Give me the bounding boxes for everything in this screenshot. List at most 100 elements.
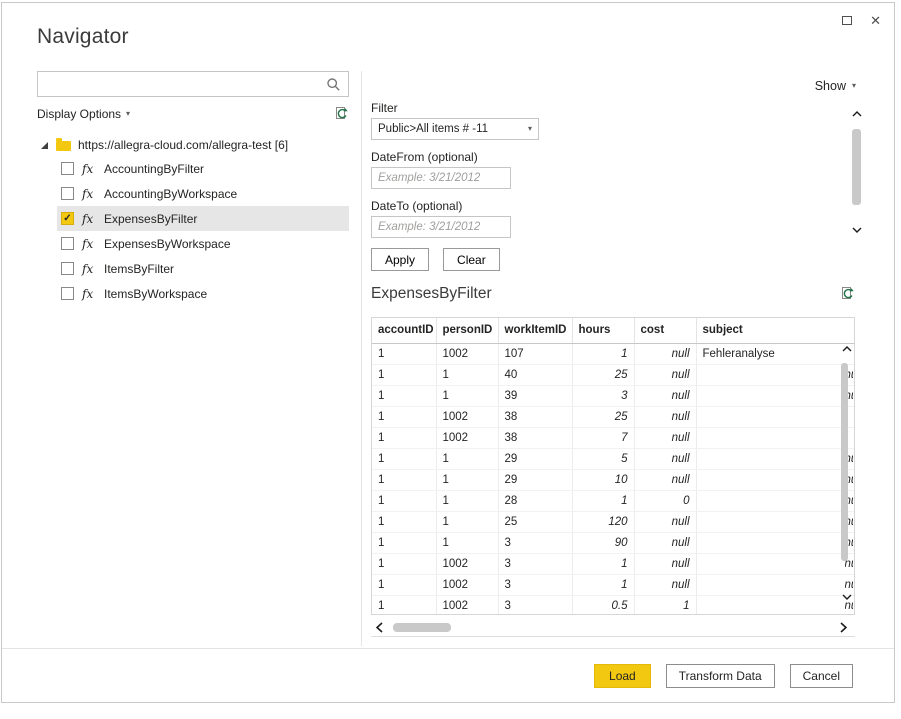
table-cell: null (634, 448, 696, 469)
table-cell: 1 (372, 511, 436, 532)
table-cell: 1 (436, 511, 498, 532)
table-cell: null (634, 385, 696, 406)
tree-item-accountingbyworkspace[interactable]: fxAccountingByWorkspace (57, 181, 349, 206)
preview-title: ExpensesByFilter (371, 285, 492, 303)
table-vertical-scrollbar[interactable] (840, 343, 854, 615)
table-row: 110021071nullFehleranalyse (372, 343, 854, 364)
table-cell: 25 (572, 364, 634, 385)
checkbox-checked[interactable]: ✓ (61, 212, 74, 225)
tree-root[interactable]: https://allegra-cloud.com/allegra-test [… (40, 134, 349, 156)
table-cell: 28 (498, 490, 572, 511)
scroll-right-icon[interactable] (840, 622, 847, 633)
tree-item-label: AccountingByWorkspace (104, 187, 237, 201)
table-cell: null (696, 574, 854, 595)
panel-divider (361, 71, 362, 646)
chevron-down-icon: ▾ (852, 82, 856, 90)
table-cell: 1 (372, 574, 436, 595)
checkbox-unchecked[interactable] (61, 287, 74, 300)
scroll-down-icon[interactable] (852, 227, 862, 233)
search-input[interactable] (45, 76, 326, 92)
tree-items: fxAccountingByFilterfxAccountingByWorksp… (37, 156, 349, 306)
table-cell: 1 (372, 553, 436, 574)
expander-icon[interactable] (40, 141, 49, 150)
checkbox-unchecked[interactable] (61, 162, 74, 175)
table-cell: 1 (436, 532, 498, 553)
filter-select[interactable]: Public>All items # -11 ▾ (371, 118, 539, 140)
table-cell: null (634, 364, 696, 385)
scrollbar-thumb[interactable] (852, 129, 861, 205)
table-cell: null (634, 511, 696, 532)
table-cell: 0.5 (572, 595, 634, 615)
navigator-dialog: Navigator ✕ Display Options ▾ (1, 2, 895, 703)
left-panel: Display Options ▾ https://allegra-cloud.… (37, 71, 349, 306)
display-options-label: Display Options (37, 107, 121, 121)
table-cell: null (696, 553, 854, 574)
filter-form: Filter Public>All items # -11 ▾ DateFrom… (371, 101, 571, 271)
load-button[interactable]: Load (594, 664, 651, 688)
close-icon[interactable]: ✕ (870, 14, 881, 27)
table-cell: 1 (372, 448, 436, 469)
apply-button[interactable]: Apply (371, 248, 429, 271)
scroll-down-icon[interactable] (842, 594, 852, 600)
scroll-left-icon[interactable] (376, 622, 383, 633)
display-options-dropdown[interactable]: Display Options ▾ (37, 107, 130, 121)
scrollbar-thumb[interactable] (393, 623, 451, 632)
table-cell: 5 (572, 448, 634, 469)
chevron-down-icon: ▾ (528, 125, 532, 133)
tree-item-label: ItemsByFilter (104, 262, 174, 276)
table-cell: null (696, 490, 854, 511)
cancel-button[interactable]: Cancel (790, 664, 853, 688)
date-to-label: DateTo (optional) (371, 199, 571, 213)
maximize-icon[interactable] (842, 16, 852, 25)
column-header-cost: cost (634, 318, 696, 343)
scrollbar-thumb[interactable] (841, 363, 848, 561)
table-cell: null (696, 448, 854, 469)
clear-button[interactable]: Clear (443, 248, 500, 271)
checkbox-unchecked[interactable] (61, 262, 74, 275)
tree-item-itemsbyfilter[interactable]: fxItemsByFilter (57, 256, 349, 281)
tree-item-accountingbyfilter[interactable]: fxAccountingByFilter (57, 156, 349, 181)
tree-item-itemsbyworkspace[interactable]: fx ItemsByWorkspace (57, 281, 349, 306)
tree-item-expensesbyworkspace[interactable]: fxExpensesByWorkspace (57, 231, 349, 256)
checkbox-unchecked[interactable] (61, 187, 74, 200)
scroll-up-icon[interactable] (842, 346, 852, 352)
date-to-input[interactable] (371, 216, 511, 238)
table-cell: 3 (498, 532, 572, 553)
transform-data-button[interactable]: Transform Data (666, 664, 775, 688)
table-cell: null (696, 595, 854, 615)
tree-item-expensesbyfilter[interactable]: ✓fxExpensesByFilter (57, 206, 349, 231)
table-cell: null (634, 553, 696, 574)
table-row: 11393nullnull (372, 385, 854, 406)
panel-scrollbar[interactable] (850, 111, 864, 233)
fx-icon: fx (82, 212, 96, 226)
table-cell: 1002 (436, 343, 498, 364)
scroll-up-icon[interactable] (852, 111, 862, 117)
table-cell: 1 (572, 574, 634, 595)
refresh-icon[interactable] (333, 106, 349, 122)
table-cell: 25 (572, 406, 634, 427)
refresh-icon[interactable] (839, 286, 855, 302)
date-from-input[interactable] (371, 167, 511, 189)
table-cell: 1 (436, 490, 498, 511)
table-cell: 1 (372, 469, 436, 490)
fx-icon: fx (82, 287, 96, 301)
preview-table: accountIDpersonIDworkItemIDhourscostsubj… (372, 318, 855, 615)
table-cell: 3 (498, 595, 572, 615)
table-cell: 1002 (436, 406, 498, 427)
source-tree: https://allegra-cloud.com/allegra-test [… (37, 134, 349, 306)
table-cell: 25 (498, 511, 572, 532)
table-cell: 1 (372, 406, 436, 427)
tree-item-label: ItemsByWorkspace (104, 287, 207, 301)
table-cell: 40 (498, 364, 572, 385)
table-cell: null (696, 364, 854, 385)
table-horizontal-scrollbar[interactable] (371, 619, 855, 637)
table-cell: 1 (436, 469, 498, 490)
table-row: 110023825null (372, 406, 854, 427)
search-box[interactable] (37, 71, 349, 97)
table-cell: 1 (372, 385, 436, 406)
table-cell: 1 (372, 364, 436, 385)
column-header-subject: subject (696, 318, 854, 343)
checkbox-unchecked[interactable] (61, 237, 74, 250)
column-header-personID: personID (436, 318, 498, 343)
show-dropdown[interactable]: Show ▾ (815, 79, 856, 93)
